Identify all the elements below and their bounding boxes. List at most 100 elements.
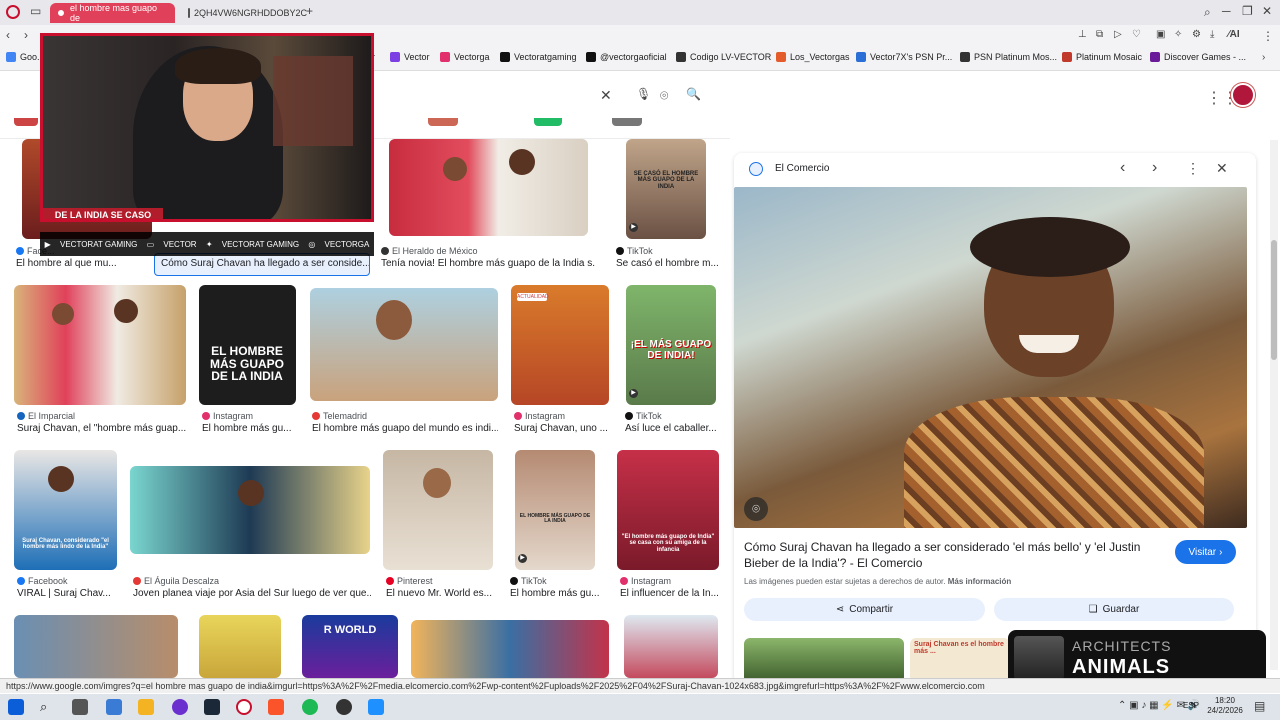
maximize-icon[interactable]: ❐ (1242, 4, 1253, 18)
related-image[interactable] (744, 638, 904, 683)
image-result[interactable]: R WORLD (302, 615, 398, 678)
heart-icon[interactable]: ♡ (1132, 29, 1141, 40)
lens-icon[interactable]: ⌾ (660, 87, 668, 104)
app-icon[interactable] (368, 699, 384, 715)
bookmark-item[interactable]: Vector (390, 52, 430, 62)
result-caption[interactable]: Joven planea viaje por Asia del Sur lueg… (133, 588, 371, 599)
opera-logo-icon[interactable] (6, 5, 20, 19)
bookmark-item[interactable]: Vector7X's PSN Pr... (856, 52, 952, 62)
share-button[interactable]: ⋖ Compartir (744, 598, 985, 621)
menu-icon[interactable]: ⋮ (1262, 29, 1274, 43)
widgets-icon[interactable] (106, 699, 122, 715)
language-indicator[interactable]: ESP (1183, 701, 1199, 710)
result-caption[interactable]: El hombre más gu... (510, 588, 600, 599)
snapshot-icon[interactable]: ⧉ (1096, 29, 1103, 40)
next-icon[interactable]: › (1152, 159, 1157, 177)
result-source[interactable]: Facebook (17, 576, 68, 586)
close-window-icon[interactable]: ✕ (1262, 4, 1272, 18)
bookmark-item[interactable]: Platinum Mosaic (1062, 52, 1142, 62)
result-caption[interactable]: El hombre al que mu... (16, 258, 144, 269)
brave-icon[interactable] (268, 699, 284, 715)
result-source[interactable]: Instagram (514, 411, 565, 421)
filter-chip[interactable] (14, 118, 38, 126)
result-source[interactable]: TikTok (510, 576, 547, 586)
result-caption[interactable]: Tenía novia! El hombre más guapo de la I… (381, 258, 595, 269)
spotify-icon[interactable] (302, 699, 318, 715)
bookmark-item[interactable]: Vectoratgaming (500, 52, 577, 62)
new-tab-button[interactable]: + (306, 4, 313, 18)
result-caption[interactable]: Así luce el caballer... (625, 423, 721, 434)
image-result[interactable]: EL HOMBRE MÁS GUAPO DE LA INDIA ▶ (515, 450, 595, 570)
bookmark-item[interactable]: Codigo LV-VECTOR (676, 52, 771, 62)
filter-chip[interactable] (534, 118, 562, 126)
result-caption[interactable]: El hombre más gu... (202, 423, 296, 434)
result-caption[interactable]: El hombre más guapo del mundo es indi... (312, 423, 498, 434)
tab-active[interactable]: el hombre mas guapo de (50, 3, 175, 23)
image-result[interactable] (411, 620, 609, 678)
more-options-icon[interactable]: ⋮ (1186, 160, 1200, 177)
image-result[interactable] (14, 615, 178, 678)
play-icon[interactable]: ▷ (1114, 29, 1122, 40)
image-result[interactable] (14, 285, 186, 405)
image-result[interactable] (199, 615, 281, 678)
result-caption-selected[interactable]: Cómo Suraj Chavan ha llegado a ser consi… (154, 253, 370, 276)
forward-icon[interactable]: › (24, 28, 28, 42)
puzzle-icon[interactable]: ✧ (1174, 29, 1182, 40)
search-box[interactable]: ✕ 🎙 ⌾ 🔍 (370, 80, 714, 112)
result-source[interactable]: TikTok (616, 246, 653, 256)
result-source[interactable]: El Águila Descalza (133, 576, 219, 586)
image-result[interactable] (310, 288, 498, 401)
result-source[interactable]: Instagram (620, 576, 671, 586)
obs-icon[interactable] (336, 699, 352, 715)
preview-image[interactable]: ⌾ (734, 187, 1247, 528)
download-icon[interactable]: ⤓ (1210, 29, 1214, 40)
panel-site-name[interactable]: El Comercio (775, 163, 829, 174)
lens-search-icon[interactable]: ⌾ (744, 497, 768, 521)
result-caption[interactable]: El nuevo Mr. World es... (386, 588, 496, 599)
image-result[interactable] (130, 466, 370, 554)
tab-inactive[interactable]: 2QH4VW6NGRHDDOBY2C (182, 3, 307, 23)
result-source[interactable]: El Imparcial (17, 411, 75, 421)
settings-icon[interactable]: ⚙ (1192, 29, 1201, 40)
scrollbar[interactable] (1270, 140, 1278, 670)
bookmark-item[interactable]: Los_Vectorgas (776, 52, 850, 62)
prev-icon[interactable]: ‹ (1120, 159, 1125, 177)
steam-icon[interactable] (204, 699, 220, 715)
image-result[interactable]: Suraj Chavan, considerado "el hombre más… (14, 450, 117, 570)
result-caption[interactable]: Suraj Chavan, uno ... (514, 423, 610, 434)
search-tabs-icon[interactable]: ⌕ (1204, 5, 1211, 20)
result-caption[interactable]: Se casó el hombre m... (616, 258, 720, 269)
result-caption[interactable]: El influencer de la In... (620, 588, 720, 599)
image-result[interactable]: ACTUALIDAD (511, 285, 609, 405)
minimize-icon[interactable]: ─ (1222, 4, 1231, 18)
clear-icon[interactable]: ✕ (600, 87, 612, 104)
result-source[interactable]: Telemadrid (312, 411, 367, 421)
image-result[interactable] (383, 450, 493, 570)
workspaces-icon[interactable]: ▭ (30, 4, 41, 18)
filter-chip[interactable] (612, 118, 642, 126)
task-view-icon[interactable] (72, 699, 88, 715)
save-button[interactable]: ❑ Guardar (994, 598, 1234, 621)
result-caption[interactable]: Suraj Chavan, el "hombre más guap... (17, 423, 187, 434)
image-result[interactable] (624, 615, 718, 678)
file-explorer-icon[interactable] (138, 699, 154, 715)
bookmark-item[interactable]: Goo... (6, 52, 45, 62)
image-result[interactable]: "El hombre más guapo de India" se casa c… (617, 450, 719, 570)
extension-icon[interactable]: ▣ (1156, 29, 1165, 40)
opera-icon[interactable] (236, 699, 252, 715)
avatar[interactable] (1231, 83, 1255, 107)
bookmark-item[interactable]: Discover Games - ... (1150, 52, 1246, 62)
start-icon[interactable] (8, 699, 24, 715)
result-caption[interactable]: VIRAL | Suraj Chav... (17, 588, 117, 599)
voice-search-icon[interactable]: 🎙 (636, 87, 651, 101)
notifications-icon[interactable]: ▤ (1254, 699, 1265, 713)
pin-icon[interactable]: ⊥ (1078, 29, 1087, 40)
image-result[interactable]: SE CASÓ EL HOMBRE MÁS GUAPO DE LA INDIA … (626, 139, 706, 239)
aria-ai-icon[interactable]: ⁄AI (1228, 29, 1240, 40)
image-result[interactable]: EL HOMBRE MÁS GUAPO DE LA INDIA (199, 285, 296, 405)
clock-time[interactable]: 18:20 (1204, 696, 1246, 705)
clock-date[interactable]: 24/2/2026 (1204, 706, 1246, 715)
bookmarks-overflow-icon[interactable]: › (1262, 52, 1265, 63)
related-image[interactable]: Suraj Chavan es el hombre más ... (910, 638, 1010, 683)
search-icon[interactable]: 🔍 (686, 87, 701, 101)
